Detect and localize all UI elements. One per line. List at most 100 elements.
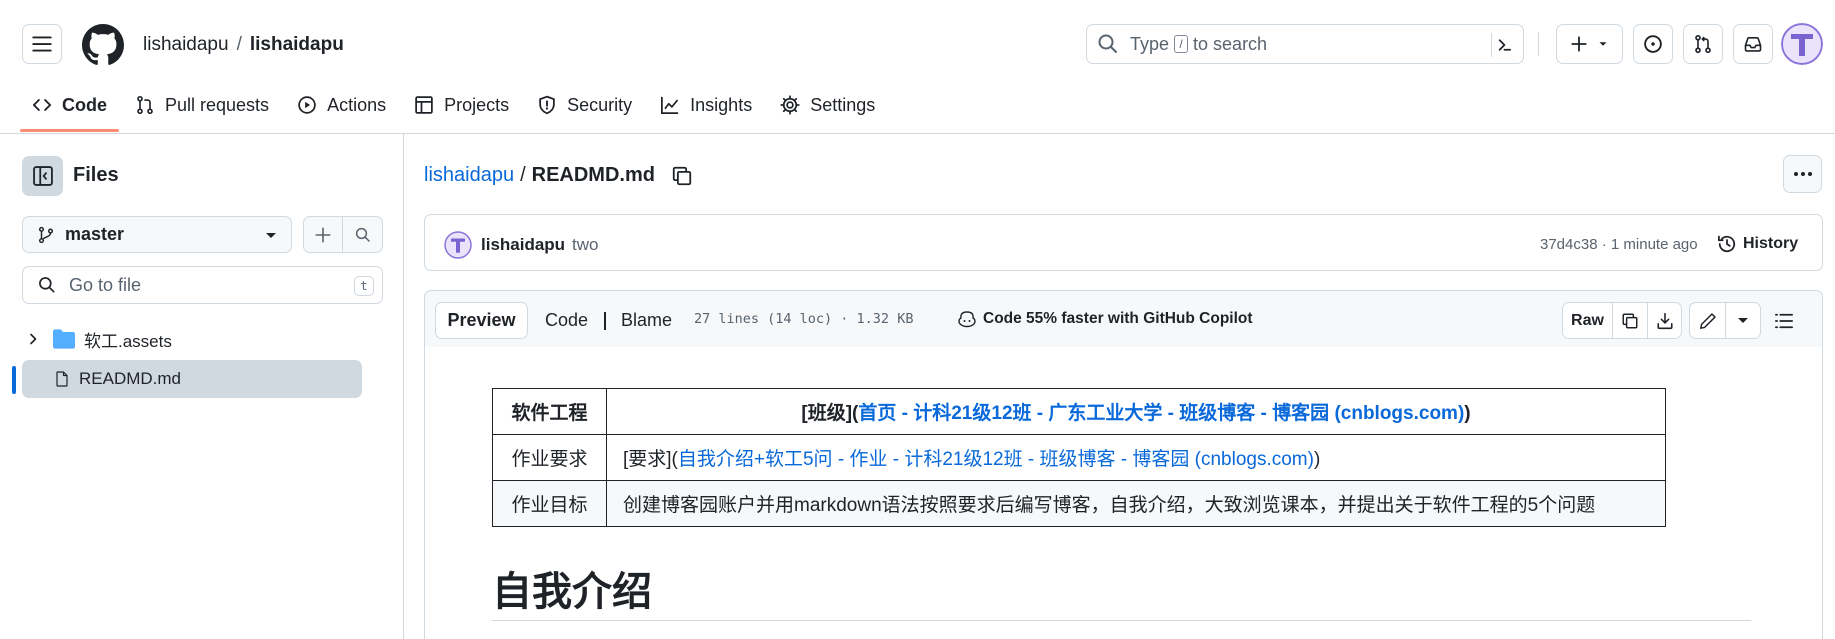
more-options-button[interactable]	[1783, 155, 1822, 193]
readme-preview: 软件工程 [班级](首页 - 计科21级12班 - 广东工业大学 - 班级博客 …	[424, 347, 1823, 639]
raw-button[interactable]: Raw	[1563, 303, 1613, 338]
commit-meta[interactable]: 37d4c38 · 1 minute ago	[1540, 236, 1698, 253]
github-logo-icon[interactable]	[82, 24, 124, 66]
issues-button[interactable]	[1633, 24, 1673, 64]
go-to-file-input[interactable]: Go to file t	[22, 266, 383, 304]
add-file-button[interactable]	[304, 217, 344, 252]
table-row: 作业要求 [要求](自我介绍+软工5问 - 作业 - 计科21级12班 - 班级…	[492, 434, 1666, 481]
code-tab[interactable]: Code	[545, 302, 588, 339]
search-shortcut-key: /	[1174, 35, 1189, 53]
search-placeholder: Type / to search	[1130, 34, 1267, 55]
go-to-file-shortcut: t	[354, 276, 374, 296]
inbox-button[interactable]	[1733, 24, 1773, 64]
tab-code[interactable]: Code	[20, 86, 119, 132]
plus-icon	[315, 226, 331, 243]
avatar[interactable]	[1781, 23, 1823, 65]
table-row: 作业目标 创建博客园账户并用markdown语法按照要求后编写博客，自我介绍，大…	[492, 480, 1666, 527]
tab-insights[interactable]: Insights	[648, 86, 764, 124]
search-icon	[1098, 34, 1117, 53]
table-cell-key: 软件工程	[492, 388, 607, 435]
tree-item-label: 软工.assets	[84, 331, 172, 351]
commit-message[interactable]: two	[572, 235, 598, 255]
table-cell-value: [要求](自我介绍+软工5问 - 作业 - 计科21级12班 - 班级博客 - …	[606, 434, 1666, 481]
edit-options-button[interactable]	[1726, 303, 1760, 338]
breadcrumb-file-name: READMD.md	[531, 164, 655, 186]
tree-item-folder[interactable]: 软工.assets	[22, 320, 362, 358]
link-bracket-suffix: )	[1313, 449, 1321, 470]
search-placeholder-after: to search	[1193, 33, 1268, 54]
chevron-right-icon	[30, 333, 37, 345]
copy-path-icon[interactable]	[671, 165, 693, 187]
tab-pull-requests-label: Pull requests	[165, 94, 270, 115]
repo-tabs: Code Pull requests Actions Projects Secu…	[20, 86, 891, 132]
chevron-down-icon	[1738, 317, 1748, 323]
create-new-button[interactable]	[1556, 24, 1623, 64]
repo-owner-link[interactable]: lishaidapu	[143, 33, 229, 57]
sidebar-divider	[403, 134, 404, 639]
hamburger-menu-button[interactable]	[22, 24, 62, 64]
tab-projects-label: Projects	[444, 94, 510, 115]
breadcrumb-repo-link[interactable]: lishaidapu	[424, 164, 514, 187]
table-cell-value: [班级](首页 - 计科21级12班 - 广东工业大学 - 班级博客 - 博客园…	[606, 388, 1666, 435]
pull-requests-button[interactable]	[1683, 24, 1723, 64]
tab-security[interactable]: Security	[525, 86, 644, 124]
search-placeholder-before: Type	[1130, 33, 1170, 54]
copilot-promo-link[interactable]: Code 55% faster with GitHub Copilot	[957, 310, 1253, 328]
copy-raw-button[interactable]	[1613, 303, 1647, 338]
raw-actions-group: Raw	[1562, 302, 1682, 339]
tab-settings-label: Settings	[810, 94, 876, 115]
search-files-button[interactable]	[343, 217, 382, 252]
class-blog-link[interactable]: 首页 - 计科21级12班 - 广东工业大学 - 班级博客 - 博客园 (cnb…	[858, 403, 1464, 424]
tab-insights-label: Insights	[690, 94, 753, 115]
copy-icon	[1622, 313, 1638, 328]
branch-selector[interactable]: master	[22, 216, 292, 253]
command-palette-icon[interactable]	[1491, 33, 1515, 57]
files-heading: Files	[73, 164, 119, 186]
search-input[interactable]: Type / to search	[1086, 24, 1524, 64]
blame-tab[interactable]: Blame	[621, 302, 672, 339]
chevron-down-icon	[1599, 42, 1606, 46]
folder-icon	[53, 329, 75, 349]
table-icon	[415, 96, 433, 114]
tree-item-file[interactable]: READMD.md	[22, 360, 362, 398]
history-button[interactable]: History	[1717, 234, 1798, 254]
assignment-link[interactable]: 自我介绍+软工5问 - 作业 - 计科21级12班 - 班级博客 - 博客园 (…	[678, 449, 1314, 470]
link-bracket-prefix: [班级](	[801, 403, 859, 424]
outline-list-icon[interactable]	[1774, 311, 1794, 331]
file-icon	[56, 371, 68, 387]
history-icon	[1718, 235, 1736, 253]
tab-pull-requests[interactable]: Pull requests	[123, 86, 281, 124]
issues-icon	[1644, 35, 1662, 53]
file-view-header: Preview Code Blame 27 lines (14 loc) · 1…	[424, 290, 1823, 348]
breadcrumb-separator: /	[520, 164, 526, 186]
branch-icon	[38, 226, 54, 243]
avatar[interactable]	[444, 231, 472, 259]
tab-actions[interactable]: Actions	[285, 86, 398, 124]
preview-tab[interactable]: Preview	[435, 302, 528, 339]
download-button[interactable]	[1647, 303, 1681, 338]
tab-settings[interactable]: Settings	[768, 86, 887, 124]
graph-icon	[661, 96, 679, 114]
kebab-horizontal-icon	[1793, 172, 1812, 176]
table-row: 软件工程 [班级](首页 - 计科21级12班 - 广东工业大学 - 班级博客 …	[492, 388, 1666, 435]
code-icon	[32, 99, 52, 111]
repo-name-link[interactable]: lishaidapu	[250, 33, 344, 57]
gear-icon	[780, 95, 800, 115]
history-label: History	[1743, 235, 1799, 252]
file-breadcrumb: lishaidapu / READMD.md	[424, 164, 693, 187]
collapse-file-tree-button[interactable]	[22, 156, 63, 196]
heading-underline	[492, 620, 1751, 621]
commit-author[interactable]: lishaidapu	[481, 235, 565, 255]
tab-code-label: Code	[62, 94, 107, 115]
copilot-icon	[958, 311, 976, 328]
plus-icon	[1570, 36, 1587, 52]
search-icon	[39, 277, 55, 293]
tab-security-label: Security	[567, 94, 633, 115]
link-bracket-prefix: [要求](	[623, 449, 678, 470]
chevron-down-icon	[266, 233, 276, 238]
edit-file-button[interactable]	[1690, 303, 1726, 338]
search-icon	[355, 227, 370, 242]
repo-breadcrumb: lishaidapu / lishaidapu	[143, 33, 344, 57]
latest-commit-box: lishaidapu two 37d4c38 · 1 minute ago Hi…	[424, 214, 1823, 271]
tab-projects[interactable]: Projects	[402, 86, 521, 124]
